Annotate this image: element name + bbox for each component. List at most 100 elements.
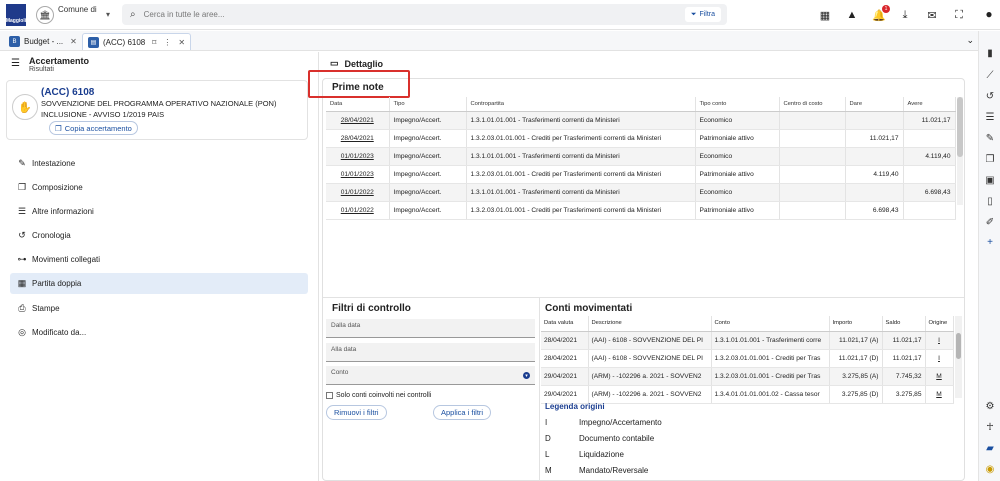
panel-icon[interactable]: ▭ [330, 58, 339, 69]
scrollbar-thumb[interactable] [957, 97, 963, 157]
from-date-field[interactable]: Dalla data [326, 319, 535, 338]
section-subtitle[interactable]: Risultati [29, 66, 54, 73]
date-link[interactable]: 01/01/2023 [326, 165, 390, 184]
accessibility-icon[interactable]: ☥ [983, 420, 997, 434]
column-header[interactable]: Tipo [389, 97, 467, 112]
table-row[interactable]: 28/04/2021 (AAI) - 6108 - SOVVENZIONE DEL… [541, 331, 954, 350]
nav-item-movimenti-collegati[interactable]: ⊶ Movimenti collegati [10, 249, 308, 270]
column-header[interactable]: Data [326, 97, 390, 112]
cell: 1.3.1.01.01.001 - Trasferimenti corre [711, 331, 830, 350]
scrollbar-thumb[interactable] [956, 333, 961, 359]
column-header[interactable]: Avere [903, 97, 956, 112]
table-row[interactable]: 28/04/2021 Impegno/Accert. 1.3.1.01.01.001… [326, 111, 956, 130]
search-icon: ⌕ [130, 9, 136, 20]
scrollbar[interactable] [955, 316, 962, 398]
nav-item-cronologia[interactable]: ↺ Cronologia [10, 225, 308, 246]
column-header[interactable]: Saldo [882, 316, 926, 332]
file-icon[interactable]: ▯ [983, 194, 997, 208]
nav-item-modificato-da[interactable]: ◎ Modificato da... [10, 322, 308, 343]
origin-link[interactable]: I [925, 331, 954, 350]
column-header[interactable]: Dare [845, 97, 904, 112]
pin-icon[interactable]: ✎ [983, 131, 997, 145]
column-header[interactable]: Data valuta [541, 316, 589, 332]
column-header[interactable]: Importo [829, 316, 883, 332]
date-link[interactable]: 01/01/2022 [326, 183, 390, 202]
table-row[interactable]: 01/01/2022 Impegno/Accert. 1.3.2.03.01.01.… [326, 201, 956, 220]
user-profile-icon[interactable]: ● [981, 6, 997, 22]
chevron-down-icon[interactable]: ⌄ [966, 35, 974, 46]
book-icon[interactable]: ▮ [983, 46, 997, 60]
more-icon[interactable]: ⋮ [163, 38, 171, 47]
cell [845, 183, 904, 202]
column-header[interactable]: Tipo conto [695, 97, 780, 112]
apply-filters-button[interactable]: Applica i filtri [433, 405, 492, 420]
account-select[interactable]: Conto ▾ [326, 366, 535, 385]
help-icon[interactable]: ◉ [983, 462, 997, 476]
remove-filters-button[interactable]: Rimuovi i filtri [326, 405, 387, 420]
column-header[interactable]: Contropartita [466, 97, 696, 112]
download-icon[interactable]: ⤓ [898, 8, 912, 22]
tab-acc-6108[interactable]: ▤ (ACC) 6108 ⌑ ⋮ ✕ [82, 33, 192, 50]
trend-icon[interactable]: ⟋ [983, 68, 997, 82]
nav-item-intestazione[interactable]: ✎ Intestazione [10, 153, 308, 174]
involved-accounts-checkbox[interactable]: Solo conti coinvolti nei controlli [326, 392, 431, 399]
chevron-down-icon[interactable]: ▾ [106, 10, 110, 19]
table-row[interactable]: 28/04/2021 (AAI) - 6108 - SOVVENZIONE DEL… [541, 349, 954, 368]
table-row[interactable]: 29/04/2021 (ARM) - -102296 a. 2021 - SOVV… [541, 385, 954, 404]
date-link[interactable]: 01/01/2023 [326, 147, 390, 166]
table-row[interactable]: 29/04/2021 (ARM) - -102296 a. 2021 - SOVV… [541, 367, 954, 386]
close-icon[interactable]: ✕ [70, 37, 77, 46]
date-link[interactable]: 28/04/2021 [326, 129, 390, 148]
origin-link[interactable]: M [925, 385, 954, 404]
menu-icon[interactable]: ☰ [11, 58, 20, 69]
history-icon[interactable]: ↺ [983, 89, 997, 103]
legend-item: M Mandato/Reversale [545, 466, 648, 475]
printer-icon: ⎙ [18, 303, 26, 313]
fullscreen-icon[interactable]: ⛶ [952, 8, 966, 22]
table-row[interactable]: 28/04/2021 Impegno/Accert. 1.3.2.03.01.01.… [326, 129, 956, 148]
edit-file-icon[interactable]: ✐ [983, 215, 997, 229]
calculator-icon[interactable]: ▣ [983, 173, 997, 187]
nav-item-partita-doppia[interactable]: ▦ Partita doppia [10, 273, 308, 294]
origin-link[interactable]: M [925, 367, 954, 386]
copy-accertamento-button[interactable]: ❐ Copia accertamento [49, 121, 138, 135]
checkbox[interactable] [326, 392, 333, 399]
nav-item-altre-informazioni[interactable]: ☰ Altre informazioni [10, 201, 308, 222]
ente-label[interactable]: Comune di [58, 5, 97, 14]
column-header[interactable]: Centro di costo [779, 97, 846, 112]
municipality-icon[interactable]: 🏛 [36, 6, 54, 24]
maggioli-logo[interactable]: Maggioli [6, 4, 26, 26]
mail-icon[interactable]: ✉ [925, 8, 939, 22]
date-link[interactable]: 01/01/2022 [326, 201, 390, 220]
tab-budget[interactable]: B Budget - ... ✕ [4, 33, 82, 50]
table-row[interactable]: 01/01/2023 Impegno/Accert. 1.3.2.03.01.01.… [326, 165, 956, 184]
warning-icon[interactable]: ▲ [845, 8, 859, 22]
origin-link[interactable]: I [925, 349, 954, 368]
cell: 28/04/2021 [541, 349, 589, 368]
column-header[interactable]: Origine [925, 316, 954, 332]
global-search[interactable]: ⌕ Cerca in tutte le aree... ⏷ Filtra [122, 4, 727, 25]
date-link[interactable]: 28/04/2021 [326, 111, 390, 130]
column-header[interactable]: Conto [711, 316, 830, 332]
filter-button[interactable]: ⏷ Filtra [684, 7, 721, 22]
scrollbar[interactable] [957, 97, 963, 205]
close-icon[interactable]: ✕ [178, 38, 185, 47]
bell-icon[interactable]: 🔔 1 [872, 5, 890, 22]
filter-label: Filtra [699, 11, 715, 18]
apps-grid-icon[interactable]: ▦ [818, 8, 832, 22]
chevron-down-icon[interactable]: ▾ [523, 372, 530, 379]
settings-icon[interactable]: ⚙ [983, 399, 997, 413]
add-icon[interactable]: + [983, 235, 997, 249]
nav-label: Intestazione [32, 159, 76, 168]
cell: 1.3.1.01.01.001 - Trasferimenti correnti… [466, 147, 696, 166]
table-row[interactable]: 01/01/2022 Impegno/Accert. 1.3.1.01.01.001… [326, 183, 956, 202]
nav-item-stampe[interactable]: ⎙ Stampe [10, 298, 308, 319]
chat-icon[interactable]: ▰ [983, 441, 997, 455]
column-header[interactable]: Descrizione [588, 316, 712, 332]
nav-item-composizione[interactable]: ❐ Composizione [10, 177, 308, 198]
pin-icon[interactable]: ⌑ [152, 38, 156, 47]
copy-icon[interactable]: ❐ [983, 152, 997, 166]
table-row[interactable]: 01/01/2023 Impegno/Accert. 1.3.1.01.01.001… [326, 147, 956, 166]
checklist-icon[interactable]: ☰ [983, 110, 997, 124]
to-date-field[interactable]: Alla data [326, 343, 535, 362]
